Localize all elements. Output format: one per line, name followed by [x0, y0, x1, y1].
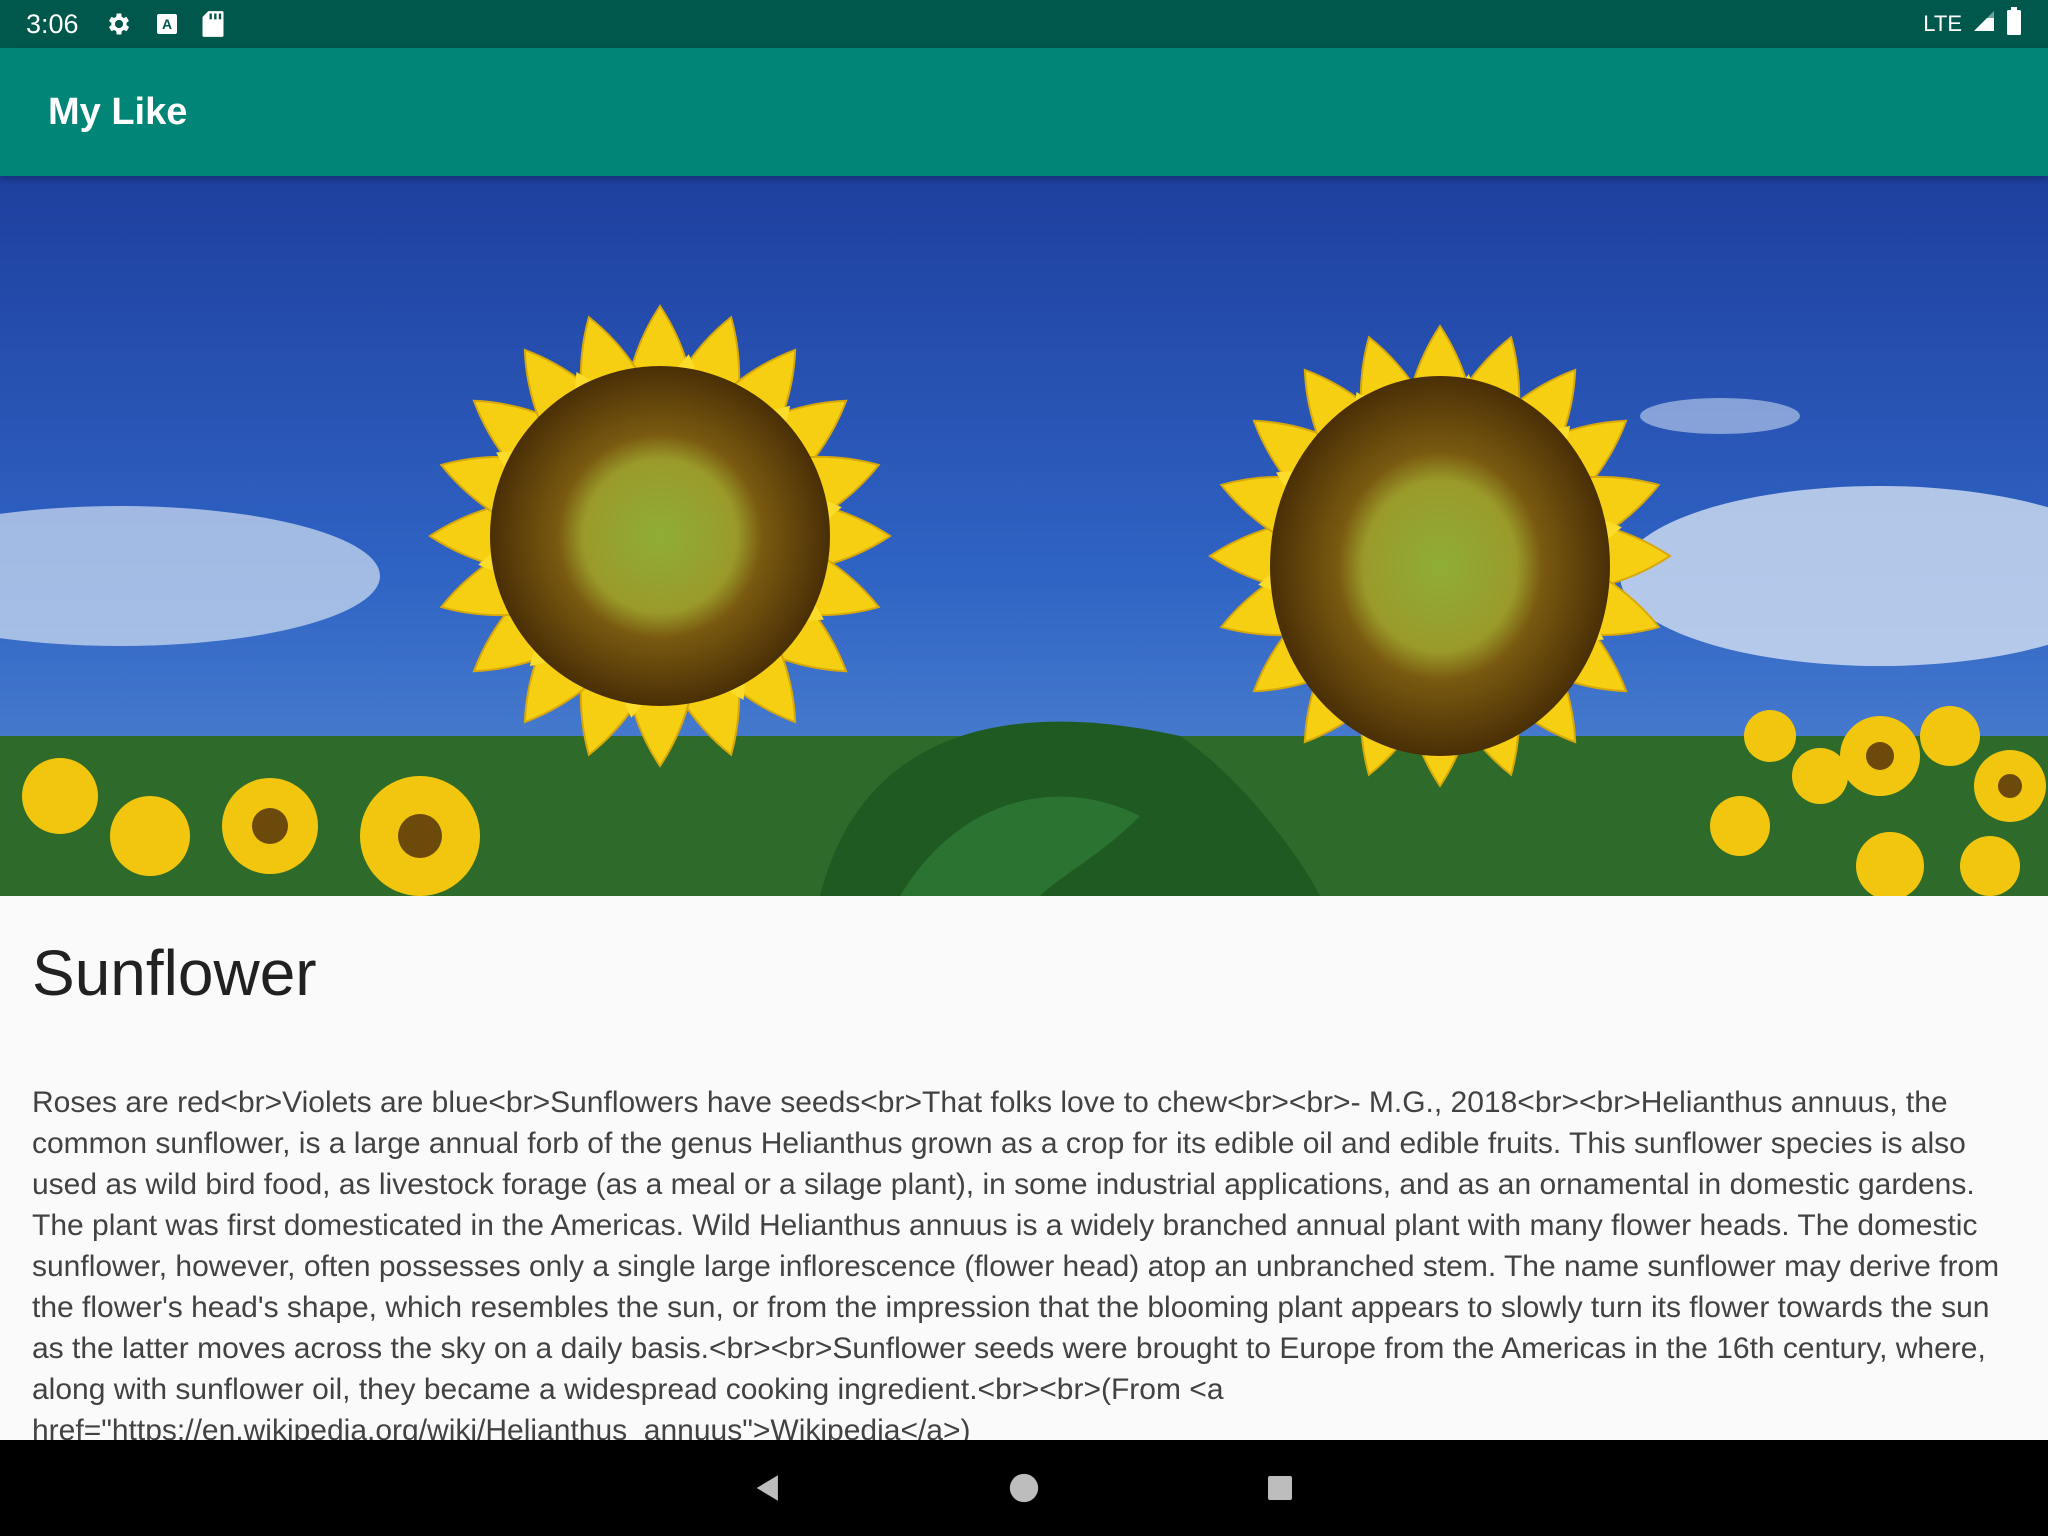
app-bar: My Like	[0, 48, 2048, 176]
flower-name: Sunflower	[32, 937, 317, 1009]
svg-text:A: A	[162, 16, 172, 32]
app-title: My Like	[48, 90, 188, 133]
status-bar: 3:06 A LTE	[0, 0, 2048, 48]
status-time: 3:06	[26, 8, 79, 39]
battery-icon	[2006, 7, 2022, 41]
sd-card-icon	[201, 10, 225, 38]
flower-description: Roses are red<br>Violets are blue<br>Sun…	[32, 1086, 2000, 1440]
navigation-bar	[0, 1440, 2048, 1536]
sunflower-photo	[0, 176, 2048, 896]
recents-icon[interactable]	[1245, 1453, 1315, 1523]
back-icon[interactable]	[733, 1453, 803, 1523]
settings-icon	[105, 10, 133, 38]
home-icon[interactable]	[989, 1453, 1059, 1523]
a-notification-icon: A	[155, 12, 179, 36]
signal-icon	[1972, 9, 1996, 39]
network-label: LTE	[1923, 11, 1962, 36]
status-right: LTE	[1923, 7, 2022, 41]
detail-content: Sunflower Roses are red<br>Violets are b…	[0, 896, 2048, 1440]
